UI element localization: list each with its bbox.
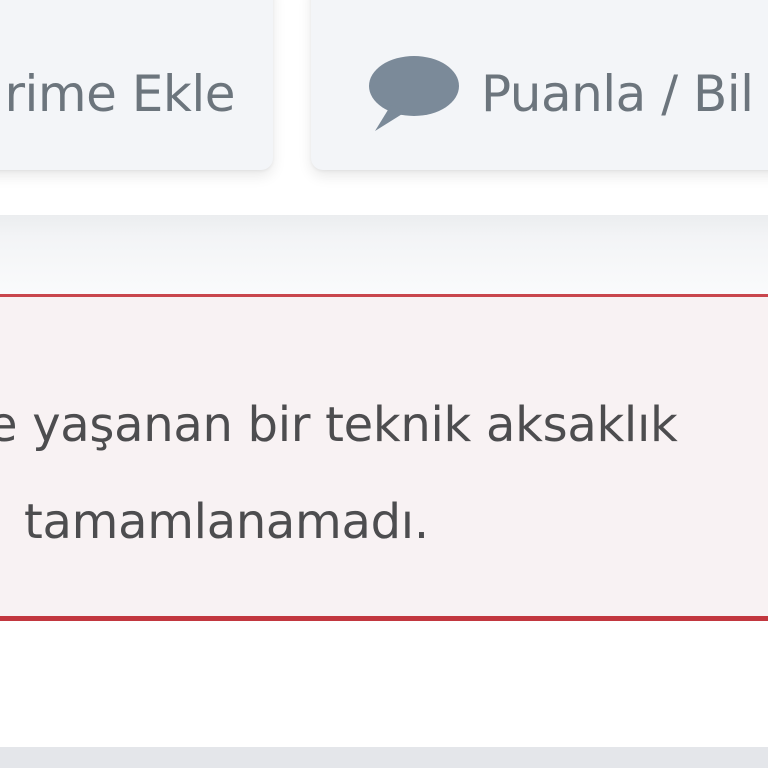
error-alert: e yaşanan bir teknik aksaklık tamamlanam… bbox=[0, 294, 768, 621]
rate-review-button[interactable]: Puanla / Bil bbox=[311, 0, 768, 170]
rate-review-label: Puanla / Bil bbox=[481, 65, 754, 123]
action-bar: rime Ekle Puanla / Bil bbox=[0, 0, 768, 215]
alert-message-line-2: tamamlanamadı. bbox=[24, 494, 429, 550]
add-to-list-button[interactable]: rime Ekle bbox=[0, 0, 273, 170]
add-to-list-label: rime Ekle bbox=[4, 65, 235, 123]
bottom-bar bbox=[0, 747, 768, 768]
alert-message-line-1: e yaşanan bir teknik aksaklık bbox=[0, 397, 678, 453]
section-divider bbox=[0, 215, 768, 295]
comment-icon bbox=[369, 56, 459, 131]
page: rime Ekle Puanla / Bil e yaşanan bir tek… bbox=[0, 0, 768, 768]
content-area bbox=[0, 621, 768, 747]
